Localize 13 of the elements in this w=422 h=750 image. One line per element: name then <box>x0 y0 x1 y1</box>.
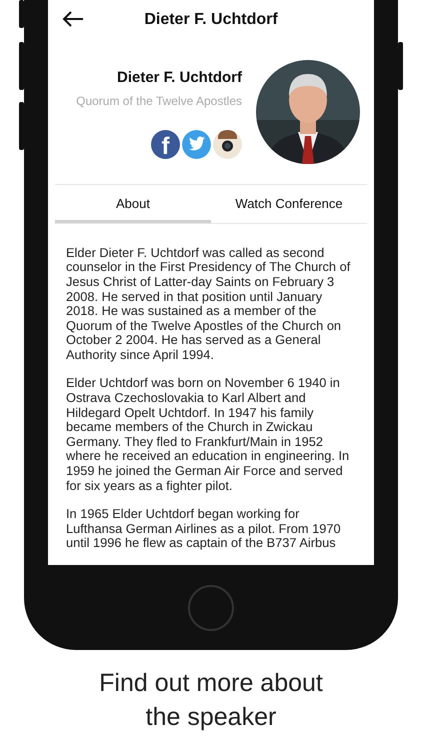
speaker-calling: Quorum of the Twelve Apostles <box>76 94 242 108</box>
facebook-link[interactable]: f <box>151 130 180 160</box>
screen-title: Dieter F. Uchtdorf <box>144 10 278 29</box>
biography-paragraph: In 1965 Elder Uchtdorf began working for Lufthansa German Airlines as a pilot. From 1970 until 1996 he flew as captain of the B737 Airbus <box>66 507 342 551</box>
caption-text: the speaker <box>146 702 276 733</box>
tab[interactable]: About <box>55 184 211 223</box>
biography-paragraph: Elder Uchtdorf was born on November 6 1940 in Ostrava Czechoslovakia to Karl Albert and Hildegard Opelt Uchtdorf. In 1947 his family became members of the Church in Zwickau Germany. They fled to Frankfurt/Main in 1952 where he received an education in engineering. In 1959 he joined the German Air Force and served for six years as a fighter pilot. <box>66 376 350 494</box>
tab[interactable]: Watch Conference <box>211 184 367 223</box>
speaker-name: Dieter F. Uchtdorf <box>116 69 242 86</box>
camera-icon[interactable] <box>213 130 242 160</box>
back-arrow-icon[interactable] <box>62 11 84 27</box>
caption-text: Find out more about <box>99 668 323 699</box>
biography-paragraph: Elder Dieter F. Uchtdorf was called as second counselor in the First Presidency of The Church of Jesus Christ of Latter-day Saints on February 3 2008. He served in that position until January 2018. He was sustained as a member of the Quorum of the Twelve Apostles of the Church on October 2 2004. He has served as a General Authority since April 1994. <box>66 246 352 362</box>
